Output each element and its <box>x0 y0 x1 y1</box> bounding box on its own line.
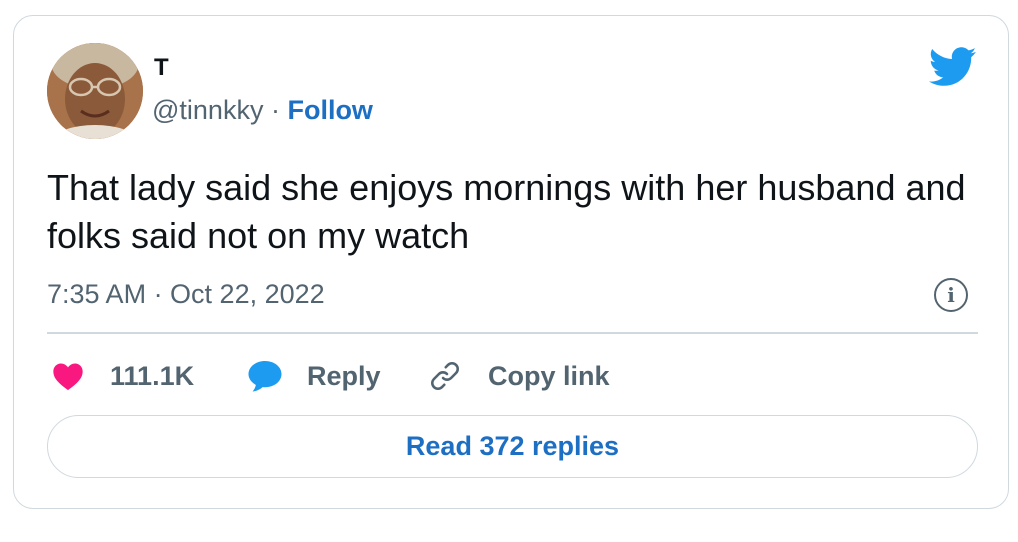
info-icon[interactable]: i <box>934 278 968 312</box>
divider <box>47 332 978 334</box>
avatar-photo <box>47 43 143 139</box>
author-name[interactable]: T <box>154 54 169 82</box>
likes-count: 111.1K <box>110 360 195 391</box>
link-icon <box>431 362 459 390</box>
like-button[interactable]: 111.1K <box>52 356 194 396</box>
tweet-card: T @tinnkky · Follow That lady said she e… <box>13 15 1009 509</box>
read-replies-button[interactable]: Read 372 replies <box>47 415 978 478</box>
avatar[interactable] <box>47 43 143 139</box>
tweet-text: That lady said she enjoys mornings with … <box>47 167 966 256</box>
copy-link-button[interactable]: Copy link <box>428 356 610 396</box>
reply-button[interactable]: Reply <box>247 356 381 396</box>
speech-bubble-icon <box>248 361 282 392</box>
follow-button[interactable]: Follow <box>287 95 372 125</box>
tweet-timestamp[interactable]: 7:35 AM · Oct 22, 2022 <box>47 279 325 310</box>
heart-icon <box>53 363 83 391</box>
author-handle[interactable]: @tinnkky <box>152 95 263 125</box>
handle-row: @tinnkky · Follow <box>152 95 373 126</box>
reply-label: Reply <box>307 360 381 391</box>
twitter-bird-icon[interactable] <box>929 47 977 87</box>
handle-separator: · <box>263 95 288 125</box>
copy-link-label: Copy link <box>488 360 610 391</box>
